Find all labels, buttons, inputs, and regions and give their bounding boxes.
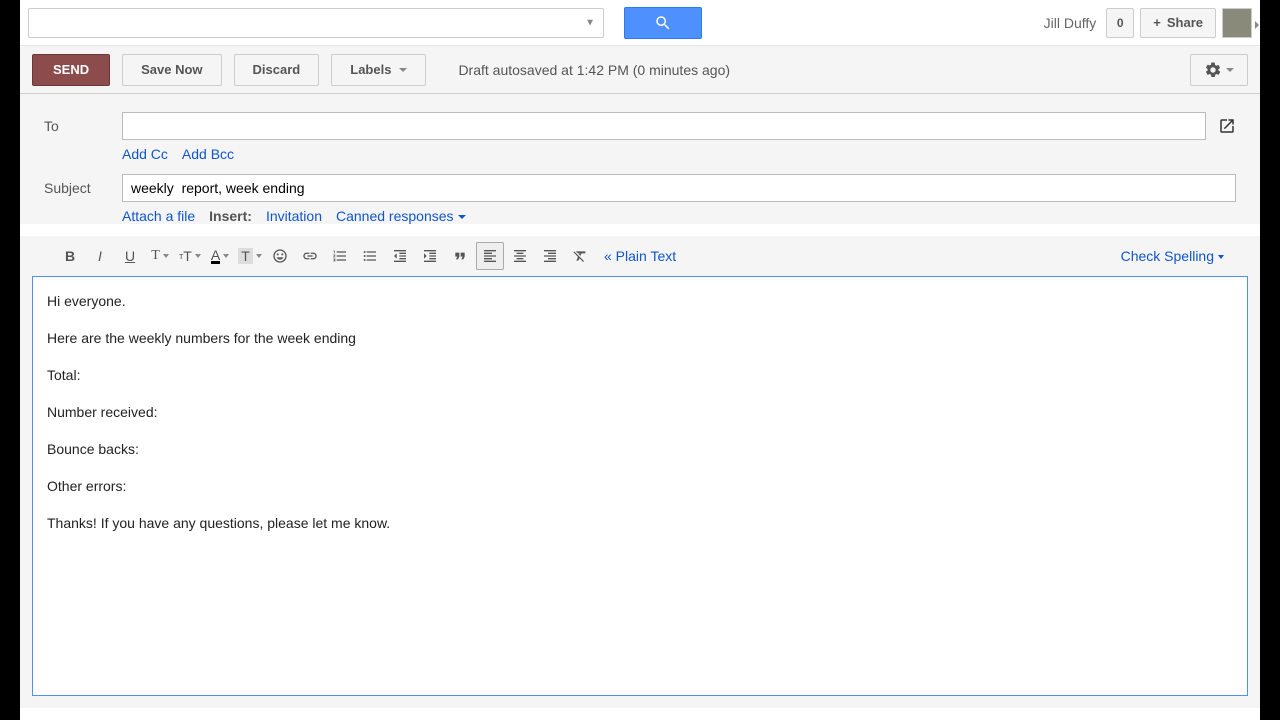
settings-button[interactable] [1190, 54, 1248, 86]
font-size-button[interactable]: тT [176, 242, 204, 270]
remove-formatting-button[interactable] [566, 242, 594, 270]
body-line: Bounce backs: [47, 439, 1233, 460]
indent-more-icon [422, 248, 438, 264]
numbered-list-button[interactable] [326, 242, 354, 270]
indent-less-icon [392, 248, 408, 264]
body-line: Total: [47, 365, 1233, 386]
subject-label: Subject [44, 180, 122, 196]
popout-icon [1218, 117, 1236, 135]
top-bar: ▼ Jill Duffy 0 + Share [20, 0, 1260, 46]
user-name[interactable]: Jill Duffy [1044, 15, 1097, 31]
insert-label: Insert: [209, 208, 252, 224]
gear-icon [1204, 61, 1222, 79]
autosave-status: Draft autosaved at 1:42 PM (0 minutes ag… [458, 62, 730, 78]
align-left-icon [482, 248, 498, 264]
format-toolbar: B I U T тT A T [20, 236, 1260, 276]
share-label: Share [1167, 15, 1203, 30]
numbered-list-icon [332, 248, 348, 264]
invitation-link[interactable]: Invitation [266, 208, 322, 224]
body-line: Here are the weekly numbers for the week… [47, 328, 1233, 349]
text-color-button[interactable]: A [206, 242, 234, 270]
plain-text-link[interactable]: « Plain Text [604, 248, 676, 264]
align-right-button[interactable] [536, 242, 564, 270]
discard-button[interactable]: Discard [234, 54, 320, 86]
align-center-icon [512, 248, 528, 264]
check-spelling-link[interactable]: Check Spelling [1121, 248, 1224, 264]
topbar-right: Jill Duffy 0 + Share [1044, 8, 1252, 38]
font-family-button[interactable]: T [146, 242, 174, 270]
subject-input[interactable] [122, 174, 1236, 202]
add-cc-link[interactable]: Add Cc [122, 146, 168, 162]
remove-formatting-icon [572, 248, 588, 264]
align-right-icon [542, 248, 558, 264]
add-bcc-link[interactable]: Add Bcc [182, 146, 234, 162]
bullet-list-button[interactable] [356, 242, 384, 270]
emoji-button[interactable] [266, 242, 294, 270]
action-bar: SEND Save Now Discard Labels Draft autos… [20, 46, 1260, 94]
search-options-dropdown-icon[interactable]: ▼ [585, 17, 595, 28]
insert-row: Attach a file Insert: Invitation Canned … [122, 208, 1236, 224]
popout-button[interactable] [1218, 117, 1236, 135]
bold-button[interactable]: B [56, 242, 84, 270]
avatar[interactable] [1222, 8, 1252, 38]
align-left-button[interactable] [476, 242, 504, 270]
labels-button[interactable]: Labels [331, 54, 426, 86]
body-line: Other errors: [47, 476, 1233, 497]
to-row: To [44, 112, 1236, 140]
send-button[interactable]: SEND [32, 54, 110, 86]
bullet-list-icon [362, 248, 378, 264]
share-button[interactable]: + Share [1140, 8, 1216, 38]
search-wrap: ▼ [28, 7, 702, 39]
body-line: Thanks! If you have any questions, pleas… [47, 513, 1233, 534]
compose-area: To Add Cc Add Bcc Subject Attach a file … [20, 94, 1260, 224]
quote-icon [452, 248, 468, 264]
save-now-button[interactable]: Save Now [122, 54, 221, 86]
indent-less-button[interactable] [386, 242, 414, 270]
link-icon [302, 248, 318, 264]
subject-row: Subject [44, 174, 1236, 202]
notifications-badge[interactable]: 0 [1106, 8, 1134, 38]
attach-file-link[interactable]: Attach a file [122, 208, 195, 224]
search-input[interactable]: ▼ [28, 8, 604, 38]
to-label: To [44, 118, 122, 134]
quote-button[interactable] [446, 242, 474, 270]
to-input[interactable] [122, 112, 1206, 140]
body-line: Number received: [47, 402, 1233, 423]
align-center-button[interactable] [506, 242, 534, 270]
message-body-editor[interactable]: Hi everyone. Here are the weekly numbers… [32, 276, 1248, 696]
cc-bcc-links: Add Cc Add Bcc [122, 146, 1236, 162]
search-icon [654, 14, 672, 32]
italic-button[interactable]: I [86, 242, 114, 270]
emoji-icon [272, 248, 288, 264]
app-window: ▼ Jill Duffy 0 + Share SEND Save Now Dis… [20, 0, 1260, 720]
editor-wrap: Hi everyone. Here are the weekly numbers… [20, 276, 1260, 708]
canned-responses-link[interactable]: Canned responses [336, 208, 466, 224]
link-button[interactable] [296, 242, 324, 270]
indent-more-button[interactable] [416, 242, 444, 270]
body-line: Hi everyone. [47, 291, 1233, 312]
underline-button[interactable]: U [116, 242, 144, 270]
highlight-button[interactable]: T [236, 242, 264, 270]
plus-icon: + [1153, 15, 1161, 30]
search-button[interactable] [624, 7, 702, 39]
